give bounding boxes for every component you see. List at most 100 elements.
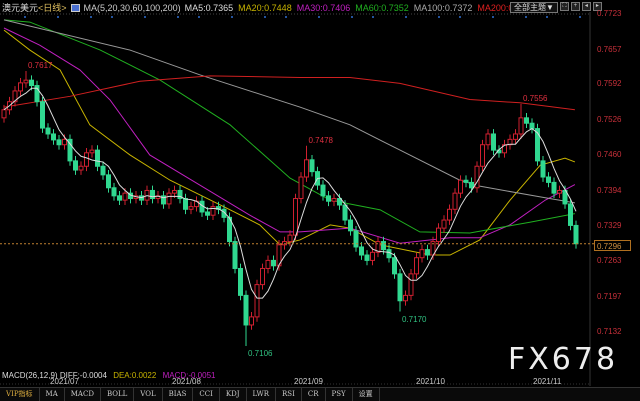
candle-up xyxy=(249,316,254,326)
event-marker xyxy=(579,16,581,18)
ma5-line xyxy=(3,87,577,299)
event-marker xyxy=(285,16,287,18)
candle-up xyxy=(331,198,337,202)
ma5-label: MA5:0.7365 xyxy=(184,2,234,13)
candle-down xyxy=(573,224,579,245)
candle-down xyxy=(381,241,386,251)
ma200-line xyxy=(3,75,575,111)
ma-label: MA100:0.7372 xyxy=(413,2,473,13)
high-price-label: 0.7556 xyxy=(523,93,548,103)
candle-up xyxy=(370,251,375,261)
event-marker xyxy=(405,16,407,18)
date-label: 2021/07 xyxy=(50,377,79,386)
low-price-label: 0.7106 xyxy=(248,348,273,358)
symbol-label[interactable]: 澳元美元<日线> xyxy=(2,1,67,14)
low-price-label: 0.7170 xyxy=(402,314,427,324)
candle-down xyxy=(232,241,238,269)
event-marker xyxy=(438,16,440,18)
candle-up xyxy=(78,165,84,171)
axis-label: 0.7132 xyxy=(597,326,622,336)
candle-up xyxy=(408,273,414,296)
event-marker xyxy=(57,16,59,18)
zoom-in-icon[interactable]: + xyxy=(570,2,580,11)
candle-up xyxy=(23,79,29,84)
candle-up xyxy=(122,192,128,201)
candle-down xyxy=(326,195,331,202)
candle-up xyxy=(403,294,408,302)
tab-10[interactable]: CR xyxy=(302,388,326,401)
indicator-settings-icon[interactable] xyxy=(70,3,80,12)
candle-down xyxy=(546,176,551,183)
candle-up xyxy=(441,219,447,229)
candle-down xyxy=(386,249,392,259)
ma-label: MA60:0.7352 xyxy=(355,2,409,13)
fx678-watermark: FX678 xyxy=(508,342,619,377)
candle-up xyxy=(447,208,452,221)
candle-up xyxy=(18,82,23,92)
tab-9[interactable]: RSI xyxy=(276,388,302,401)
axis-label: 0.7329 xyxy=(597,220,622,230)
candle-up xyxy=(287,234,293,243)
candle-up xyxy=(62,138,67,146)
date-label: 2021/11 xyxy=(533,377,562,386)
candle-up xyxy=(89,149,95,154)
axis-label: 0.7657 xyxy=(597,44,622,54)
candle-up xyxy=(282,241,287,246)
candle-down xyxy=(463,179,469,183)
candle-up xyxy=(84,152,89,167)
event-marker xyxy=(318,16,320,18)
tab-11[interactable]: PSY xyxy=(326,388,353,401)
candle-up xyxy=(518,117,524,135)
tab-0[interactable]: VIP指标 xyxy=(0,388,40,401)
candle-down xyxy=(205,211,210,216)
symbol-name: 澳元美元 xyxy=(2,3,39,13)
candle-down xyxy=(106,174,111,189)
event-marker xyxy=(264,16,266,18)
candle-down xyxy=(150,189,155,200)
prev-icon[interactable]: ◂ xyxy=(581,2,591,11)
ma-label: MA20:0.7448 xyxy=(238,2,292,13)
tab-4[interactable]: VOL xyxy=(134,388,163,401)
candle-down xyxy=(45,127,51,135)
tab-8[interactable]: LWR xyxy=(247,388,277,401)
candle-up xyxy=(166,192,172,205)
tab-7[interactable]: KDJ xyxy=(220,388,247,401)
tab-1[interactable]: MA xyxy=(40,388,65,401)
candlestick-chart[interactable] xyxy=(0,0,640,400)
indicator-tabs: VIP指标 MA MACD BOLL VOL BIAS CCI KDJ LWR RSI CR PSY 设… xyxy=(0,387,640,401)
event-marker xyxy=(144,16,146,18)
candle-up xyxy=(513,133,518,140)
candle-down xyxy=(100,165,106,176)
event-marker xyxy=(24,16,26,18)
axis-label: 0.7460 xyxy=(597,150,622,160)
tab-3[interactable]: BOLL xyxy=(101,388,135,401)
tab-2[interactable]: MACD xyxy=(65,388,101,401)
fullscreen-icon[interactable]: ⛶ xyxy=(559,2,569,11)
ma-params: MA(5,20,30,60,100,200) xyxy=(83,2,181,13)
candle-up xyxy=(304,159,309,178)
ma-label: MA30:0.7406 xyxy=(296,2,351,13)
event-marker xyxy=(372,16,374,18)
candle-up xyxy=(172,189,177,194)
candle-up xyxy=(188,206,194,210)
candle-down xyxy=(348,219,353,232)
candle-down xyxy=(359,246,364,256)
candle-down xyxy=(425,249,430,256)
tab-12[interactable]: 设置 xyxy=(353,388,380,401)
axis-label: 0.7394 xyxy=(597,186,622,195)
candle-down xyxy=(469,181,474,189)
tab-6[interactable]: CCI xyxy=(193,388,220,401)
candle-up xyxy=(419,249,425,259)
date-label: 2021/09 xyxy=(294,377,323,386)
high-price-label: 0.7478 xyxy=(308,135,333,145)
candle-up xyxy=(265,259,271,269)
candle-down xyxy=(238,267,243,296)
candle-down xyxy=(529,122,535,130)
candle-down xyxy=(40,101,45,129)
theme-dropdown[interactable]: 全部主题▼ xyxy=(510,2,558,13)
candle-up xyxy=(414,257,419,275)
candle-down xyxy=(568,203,573,226)
tab-5[interactable]: BIAS xyxy=(163,388,194,401)
macd-dea: DEA:0.0022 xyxy=(113,371,157,380)
candle-down xyxy=(56,139,62,146)
